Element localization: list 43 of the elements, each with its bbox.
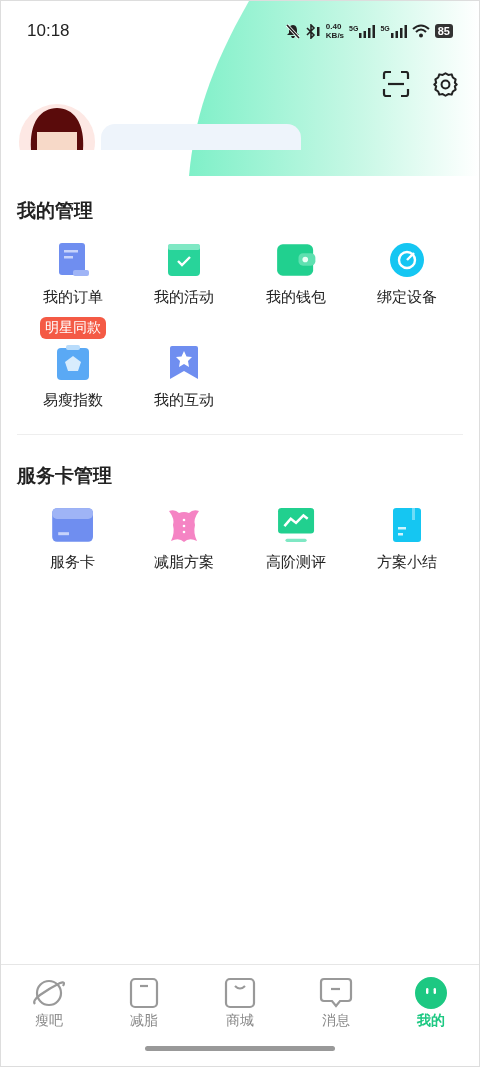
signal-icon: [359, 24, 376, 38]
network-speed-unit: KB/s: [325, 31, 345, 40]
message-icon: [318, 977, 353, 1009]
menu-item[interactable]: 高阶测评: [240, 507, 352, 572]
promo-badge: 明星同款: [39, 317, 106, 339]
menu-item[interactable]: 我的订单: [17, 242, 129, 307]
mute-bell-icon: [285, 23, 300, 39]
bluetooth-icon: [304, 23, 321, 39]
planet-icon: [31, 977, 66, 1009]
menu-item[interactable]: 我的钱包: [240, 242, 352, 307]
menu-item[interactable]: 减脂方案: [128, 507, 240, 572]
home-indicator[interactable]: [145, 1045, 335, 1051]
gauge-icon: [389, 242, 426, 278]
tab-bar-item[interactable]: 瘦吧: [1, 977, 97, 1030]
wifi-icon: [411, 24, 430, 38]
signal-icon: [390, 24, 407, 38]
calendar-check-icon: [166, 242, 203, 278]
face-icon: [415, 977, 448, 1009]
square-icon: [129, 977, 160, 1009]
clipboard-icon: [55, 345, 90, 381]
star-bookmark-icon: [168, 345, 201, 381]
section-title: 服务卡管理: [17, 463, 113, 488]
avatar[interactable]: [17, 102, 97, 150]
chart-monitor-icon: [276, 507, 315, 543]
menu-item[interactable]: 我的活动: [128, 242, 240, 307]
section-title: 我的管理: [17, 198, 94, 223]
corset-icon: [167, 507, 202, 543]
wallet-icon: [275, 242, 316, 278]
card-icon: [51, 507, 95, 543]
menu-item[interactable]: 明星同款 易瘦指数: [17, 317, 129, 410]
bag-icon: [224, 977, 256, 1009]
network-speed: 0.40: [325, 22, 343, 31]
settings-icon[interactable]: [432, 71, 459, 98]
tab-bar-item[interactable]: 减脂: [96, 977, 193, 1030]
notebook-icon: [392, 507, 423, 543]
menu-item[interactable]: 绑定设备: [351, 242, 463, 307]
scan-icon[interactable]: [382, 71, 410, 97]
status-time: 10:18: [27, 21, 70, 41]
menu-item[interactable]: 我的互动: [128, 345, 240, 410]
tab-bar-item[interactable]: 消息: [287, 977, 384, 1030]
menu-item[interactable]: 方案小结: [351, 507, 463, 572]
tab-bar-item[interactable]: 商城: [192, 977, 288, 1030]
menu-item[interactable]: 服务卡: [17, 507, 129, 572]
